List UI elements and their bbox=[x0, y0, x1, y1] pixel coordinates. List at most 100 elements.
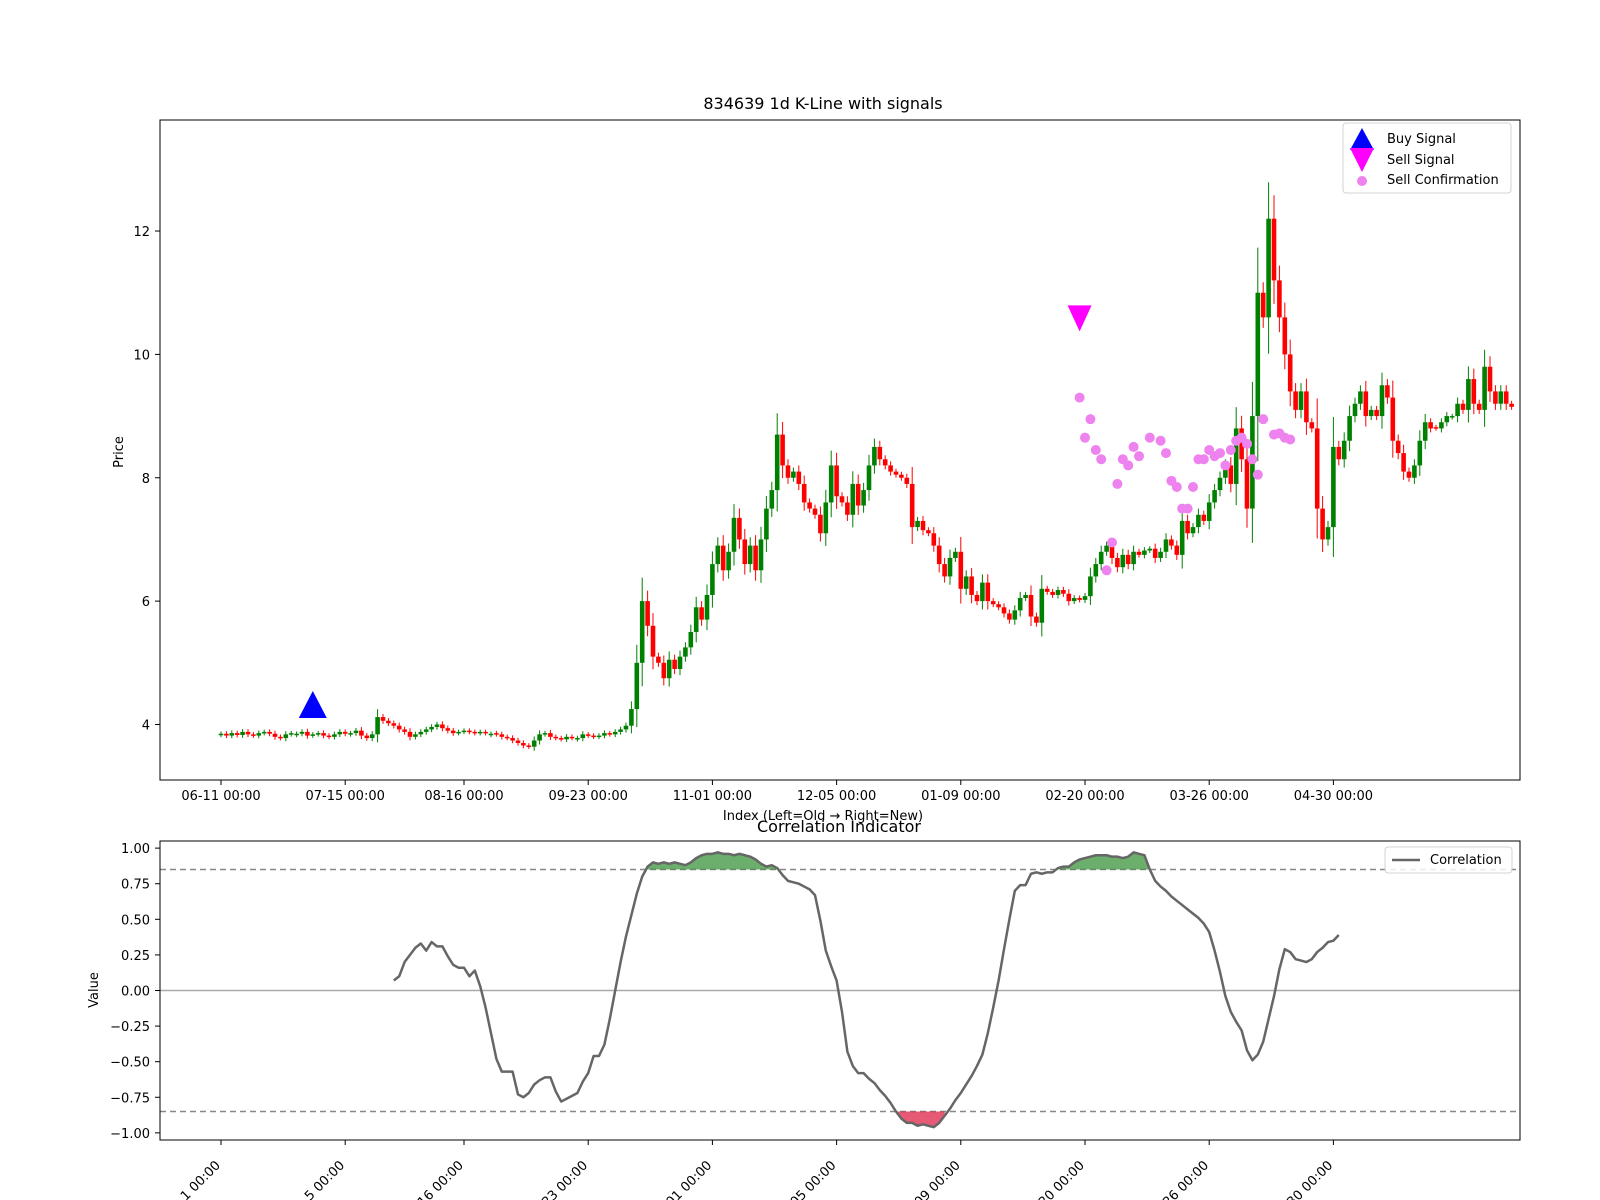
candle-body bbox=[1034, 616, 1039, 623]
candle-body bbox=[256, 733, 262, 736]
candle-body bbox=[1368, 409, 1374, 417]
candle-body bbox=[872, 446, 877, 466]
candle bbox=[634, 644, 640, 728]
candle bbox=[1061, 586, 1066, 597]
candle bbox=[1509, 400, 1514, 410]
candle bbox=[272, 730, 278, 740]
candle bbox=[278, 734, 283, 741]
candle bbox=[834, 452, 839, 509]
candle-body bbox=[1077, 598, 1082, 600]
candle bbox=[710, 551, 715, 608]
candle-body bbox=[1455, 403, 1460, 417]
sell-confirmation-marker bbox=[1182, 503, 1193, 514]
candle bbox=[699, 601, 704, 626]
candle-body bbox=[737, 517, 742, 540]
candle-body bbox=[1212, 490, 1217, 503]
candle bbox=[753, 535, 758, 581]
candle bbox=[818, 506, 823, 542]
candle bbox=[380, 713, 386, 724]
candle bbox=[1325, 520, 1331, 546]
sell-confirmation-marker bbox=[1225, 445, 1236, 455]
candle bbox=[1352, 397, 1358, 423]
candle bbox=[305, 728, 310, 739]
sell-confirmation-marker bbox=[1215, 448, 1225, 459]
candle-body bbox=[1277, 280, 1282, 318]
candle-body bbox=[1282, 317, 1288, 355]
candle-body bbox=[251, 734, 256, 736]
candle bbox=[882, 455, 888, 470]
candle-body bbox=[1314, 428, 1320, 509]
candle bbox=[337, 729, 343, 738]
candle bbox=[715, 537, 721, 573]
candle-body bbox=[1487, 366, 1493, 392]
candle bbox=[942, 557, 947, 583]
candle-body bbox=[742, 539, 748, 565]
candle bbox=[953, 547, 958, 562]
candle bbox=[1493, 385, 1498, 410]
candle-body bbox=[623, 725, 629, 730]
candle bbox=[267, 729, 272, 737]
candle-body bbox=[1012, 610, 1018, 620]
indicator-legend: Correlation bbox=[1384, 846, 1513, 874]
candle-body bbox=[996, 604, 1001, 608]
candle bbox=[1433, 424, 1439, 431]
candle bbox=[580, 731, 586, 742]
candle bbox=[456, 729, 461, 736]
candle-body bbox=[720, 545, 726, 571]
chart-title: 834639 1d K-Line with signals bbox=[703, 94, 942, 113]
candle-body bbox=[1422, 422, 1428, 441]
x-tick-label: 09-23 00:00 bbox=[549, 789, 628, 804]
candle bbox=[423, 726, 429, 735]
candle-body bbox=[580, 734, 586, 739]
candle bbox=[872, 438, 877, 474]
candle bbox=[396, 722, 402, 733]
candle bbox=[823, 489, 829, 546]
candle-body bbox=[791, 471, 796, 478]
candle bbox=[1071, 595, 1077, 605]
candle bbox=[364, 732, 370, 741]
indicator-y-tick-label: 0.00 bbox=[121, 985, 150, 1000]
candle bbox=[1471, 368, 1477, 415]
candle bbox=[261, 729, 267, 736]
candle-body bbox=[267, 731, 272, 734]
signal-markers bbox=[298, 305, 1296, 718]
candle-body bbox=[866, 465, 872, 491]
sell-confirmation-marker bbox=[1112, 478, 1123, 489]
candle bbox=[537, 730, 542, 745]
sell-confirmation-marker bbox=[1144, 432, 1155, 443]
candle bbox=[639, 577, 645, 687]
candle bbox=[1206, 494, 1212, 530]
candle bbox=[1190, 523, 1196, 538]
indicator-y-tick-label: −0.75 bbox=[110, 1091, 150, 1106]
candle-body bbox=[1196, 514, 1201, 528]
candle bbox=[1066, 589, 1072, 606]
sell-confirmation-marker bbox=[1258, 414, 1269, 425]
candle bbox=[1482, 349, 1487, 427]
indicator-x-tick-label: 1 00:00 bbox=[178, 1158, 224, 1200]
candle bbox=[515, 737, 521, 746]
candle-body bbox=[1131, 551, 1136, 565]
candle bbox=[1395, 434, 1401, 460]
candle bbox=[564, 734, 569, 743]
candle bbox=[920, 515, 926, 536]
candle bbox=[688, 624, 694, 655]
sell-confirmation-marker bbox=[1247, 454, 1258, 465]
candle-body bbox=[1341, 440, 1347, 460]
candle bbox=[553, 734, 559, 741]
candle-body bbox=[731, 517, 737, 552]
candle-body bbox=[758, 539, 764, 571]
indicator-x-tick-label: 09 00:00 bbox=[912, 1158, 964, 1200]
candle-body bbox=[764, 508, 769, 540]
candle bbox=[974, 590, 980, 606]
x-tick-label: 08-16 00:00 bbox=[424, 789, 503, 804]
candle-body bbox=[618, 729, 623, 732]
candle-body bbox=[888, 465, 893, 472]
candle bbox=[861, 482, 866, 513]
candle bbox=[909, 466, 915, 545]
candle-body bbox=[1509, 403, 1514, 407]
candle bbox=[1158, 547, 1163, 562]
candle-body bbox=[283, 734, 289, 739]
candle bbox=[672, 654, 677, 675]
candle bbox=[218, 731, 224, 738]
candle-body bbox=[1174, 545, 1180, 555]
